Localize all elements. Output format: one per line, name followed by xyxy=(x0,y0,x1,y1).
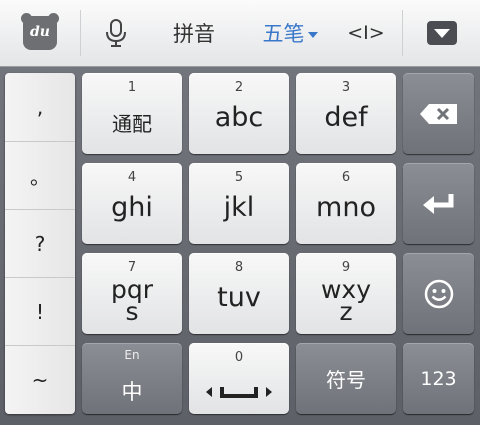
microphone-icon xyxy=(106,19,126,47)
baidu-paw-logo: du xyxy=(21,13,59,50)
punctuation-key[interactable]: ? xyxy=(5,209,75,277)
backspace-icon xyxy=(419,103,457,124)
lang-main-label: 中 xyxy=(121,380,143,404)
collapse-keyboard-button[interactable] xyxy=(403,0,480,66)
lang-small-label: En xyxy=(124,348,140,362)
key-4[interactable]: 4 ghi xyxy=(82,163,182,244)
numbers-label: 123 xyxy=(420,367,457,390)
key-7[interactable]: 7 pqr s xyxy=(82,253,182,334)
key-5[interactable]: 5 jkl xyxy=(189,163,289,244)
wubi-mode-button[interactable]: 五笔 xyxy=(245,0,335,66)
voice-input-button[interactable] xyxy=(81,0,151,66)
punctuation-key[interactable]: 。 xyxy=(5,141,75,209)
punctuation-key[interactable]: ~ xyxy=(5,345,75,413)
key-9[interactable]: 9 wxy z xyxy=(296,253,396,334)
space-key[interactable]: 0 xyxy=(189,343,289,414)
emoji-button[interactable] xyxy=(403,253,474,334)
key-6[interactable]: 6 mno xyxy=(296,163,396,244)
chevron-down-icon xyxy=(307,32,318,38)
key-3[interactable]: 3 def xyxy=(296,73,396,154)
numbers-button[interactable]: 123 xyxy=(403,343,474,414)
cursor-icon: <I> xyxy=(347,22,385,44)
pinyin-mode-button[interactable]: 拼音 xyxy=(151,0,237,66)
keyboard: du 拼音 五笔 <I> , 。 ? ! ~ 1 通配 2 abc 3 def … xyxy=(0,0,480,425)
wubi-label: 五笔 xyxy=(262,22,305,46)
language-switch-button[interactable]: En 中 xyxy=(82,343,182,414)
key-8[interactable]: 8 tuv xyxy=(189,253,289,334)
punctuation-column: , 。 ? ! ~ xyxy=(5,73,75,414)
baidu-logo-button[interactable]: du xyxy=(0,0,80,66)
symbols-button[interactable]: 符号 xyxy=(296,343,396,414)
punctuation-key[interactable]: ! xyxy=(5,277,75,345)
key-2[interactable]: 2 abc xyxy=(189,73,289,154)
enter-button[interactable] xyxy=(403,163,474,244)
backspace-button[interactable] xyxy=(403,73,474,154)
space-bar-icon xyxy=(206,387,272,398)
toolbar: du 拼音 五笔 <I> xyxy=(0,0,480,67)
return-arrow-icon xyxy=(422,193,453,214)
punctuation-key[interactable]: , xyxy=(5,73,75,140)
symbols-label: 符号 xyxy=(326,368,366,392)
pinyin-label: 拼音 xyxy=(173,22,215,46)
triangle-down-icon xyxy=(426,21,457,45)
key-1[interactable]: 1 通配 xyxy=(82,73,182,154)
cursor-move-button[interactable]: <I> xyxy=(330,0,402,66)
smiley-icon xyxy=(424,279,453,308)
